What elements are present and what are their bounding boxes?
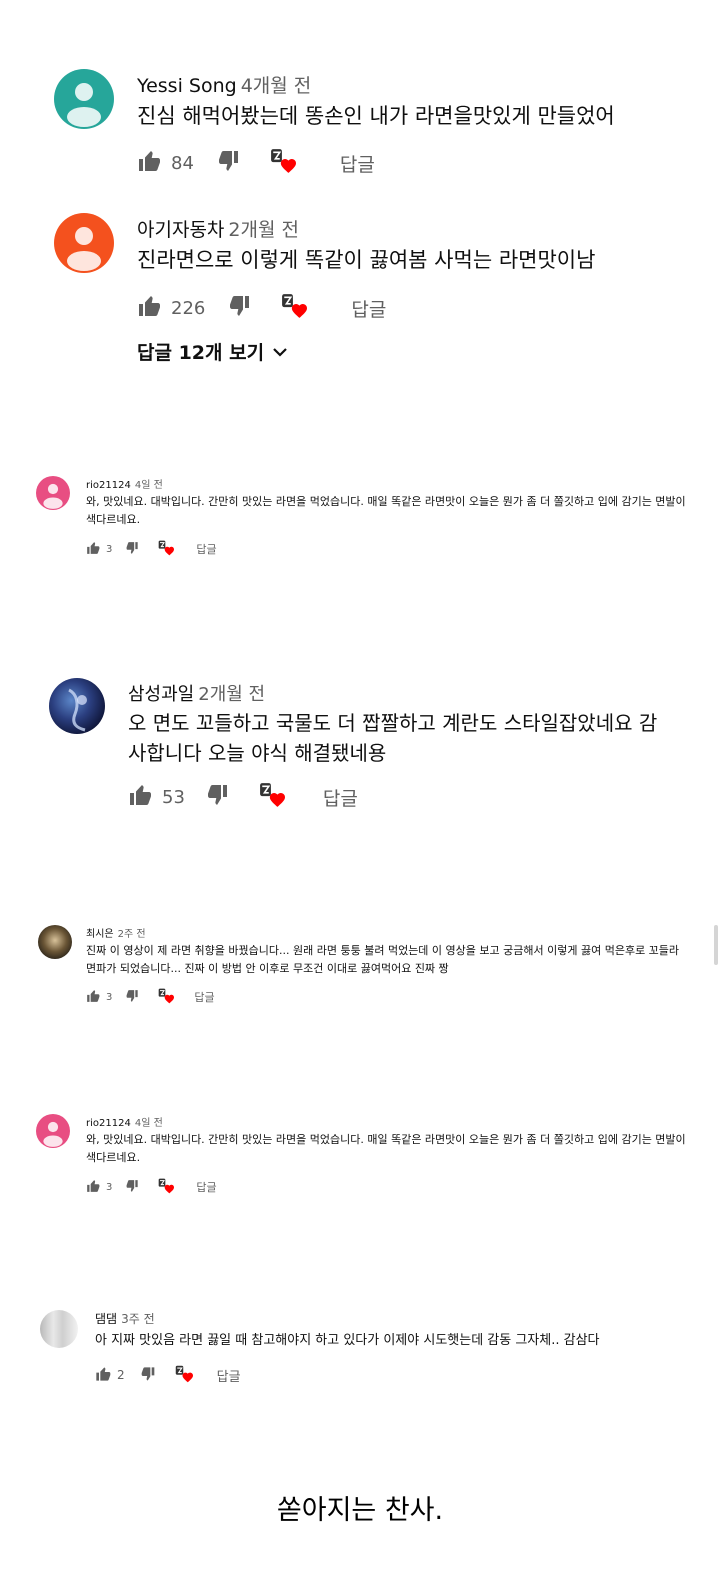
comment-text: 오 면도 꼬들하고 국물도 더 짭짤하고 계란도 스타일잡았네요 감사합니다 오… <box>128 711 658 765</box>
thumbs-down-icon[interactable] <box>141 1366 157 1385</box>
author-name[interactable]: 최시은 <box>86 929 114 940</box>
like-count: 2 <box>117 1368 125 1382</box>
thumbs-up-icon[interactable] <box>137 149 161 178</box>
avatar[interactable] <box>40 1310 78 1348</box>
comment-header: rio21124 4일 전 <box>86 1114 163 1129</box>
creator-heart-icon <box>158 540 174 559</box>
comment-actions: 84 답글 <box>137 150 375 176</box>
thumbs-up-icon[interactable] <box>86 989 100 1006</box>
comment-time[interactable]: 4일 전 <box>135 1118 163 1129</box>
comment-header: 댐댐 3주 전 <box>95 1310 155 1327</box>
like-count: 84 <box>171 152 194 174</box>
comment-text: 와, 맛있네요. 대박입니다. 간만히 맛있는 라면을 먹었습니다. 매일 똑같… <box>86 1133 686 1164</box>
creator-heart-icon <box>259 782 285 813</box>
creator-heart-icon <box>158 1178 174 1197</box>
comment-time[interactable]: 4개월 전 <box>241 75 312 97</box>
avatar[interactable] <box>54 69 114 129</box>
reply-button[interactable]: 답글 <box>351 295 386 322</box>
comment-time[interactable]: 2개월 전 <box>198 684 265 705</box>
view-replies-button[interactable]: 답글 12개 보기 <box>137 338 288 365</box>
chevron-down-icon <box>272 344 288 360</box>
thumbs-down-icon[interactable] <box>229 294 253 323</box>
thumbs-down-icon[interactable] <box>126 541 140 558</box>
like-count: 3 <box>106 991 113 1003</box>
thumbs-up-icon[interactable] <box>86 541 100 558</box>
reply-button[interactable]: 답글 <box>323 784 358 811</box>
like-count: 53 <box>162 786 185 808</box>
page-caption: 쏟아지는 찬사. <box>276 1495 444 1526</box>
comment-text: 와, 맛있네요. 대박입니다. 간만히 맛있는 라면을 먹었습니다. 매일 똑같… <box>86 495 686 526</box>
avatar[interactable] <box>36 476 70 510</box>
creator-heart-icon <box>158 988 174 1007</box>
comment-header: 아기자동차 2개월 전 <box>137 215 299 242</box>
comment-actions: 2 답글 <box>95 1365 241 1386</box>
thumbs-down-icon[interactable] <box>218 149 242 178</box>
comment-text: 진짜 이 영상이 제 라면 취향을 바꿨습니다... 원래 라면 퉁퉁 불려 먹… <box>86 944 680 975</box>
like-count: 3 <box>106 543 113 555</box>
comment-header: Yessi Song 4개월 전 <box>137 71 311 98</box>
comment-time[interactable]: 3주 전 <box>121 1312 155 1326</box>
creator-heart-icon <box>270 148 296 179</box>
comment-actions: 3 답글 <box>86 541 217 557</box>
scrollbar[interactable] <box>714 925 718 965</box>
author-name[interactable]: 삼성과일 <box>128 684 194 705</box>
comment-time[interactable]: 2개월 전 <box>228 219 299 241</box>
like-count: 226 <box>171 297 206 319</box>
reply-button[interactable]: 답글 <box>217 1366 241 1385</box>
thumbs-up-icon[interactable] <box>137 294 161 323</box>
comment-actions: 53 답글 <box>128 784 358 810</box>
thumbs-down-icon[interactable] <box>207 783 231 812</box>
thumbs-down-icon[interactable] <box>126 1179 140 1196</box>
comment-header: 최시은 2주 전 <box>86 925 146 940</box>
author-name[interactable]: rio21124 <box>86 1118 131 1129</box>
comment-actions: 3 답글 <box>86 989 215 1005</box>
avatar[interactable] <box>38 925 72 959</box>
comment-time[interactable]: 4일 전 <box>135 480 163 491</box>
comment-text: 진심 해먹어봤는데 똥손인 내가 라면을맛있게 만들었어 <box>137 104 615 128</box>
comment-text: 아 지짜 맛있음 라면 끓일 때 참고해야지 하고 있다가 이제야 시도햇는데 … <box>95 1333 600 1348</box>
comment-header: 삼성과일 2개월 전 <box>128 680 265 706</box>
like-count: 3 <box>106 1181 113 1193</box>
creator-heart-icon <box>281 293 307 324</box>
comment-time[interactable]: 2주 전 <box>118 929 146 940</box>
avatar[interactable] <box>49 678 105 734</box>
creator-heart-icon <box>175 1365 193 1386</box>
comment-text: 진라면으로 이렇게 똑같이 끓여봄 사먹는 라면맛이남 <box>137 248 596 272</box>
avatar[interactable] <box>36 1114 70 1148</box>
thumbs-up-icon[interactable] <box>128 783 152 812</box>
comment-actions: 226 답글 <box>137 295 386 321</box>
comment-actions: 3 답글 <box>86 1179 217 1195</box>
author-name[interactable]: 아기자동차 <box>137 219 224 241</box>
thumbs-up-icon[interactable] <box>86 1179 100 1196</box>
reply-button[interactable]: 답글 <box>196 541 216 557</box>
reply-button[interactable]: 답글 <box>194 989 214 1005</box>
view-replies-label: 답글 12개 보기 <box>137 342 265 364</box>
thumbs-down-icon[interactable] <box>126 989 140 1006</box>
comment-header: rio21124 4일 전 <box>86 476 163 491</box>
author-name[interactable]: 댐댐 <box>95 1312 117 1326</box>
author-name[interactable]: Yessi Song <box>137 75 237 97</box>
author-name[interactable]: rio21124 <box>86 480 131 491</box>
reply-button[interactable]: 답글 <box>340 150 375 177</box>
reply-button[interactable]: 답글 <box>196 1179 216 1195</box>
avatar[interactable] <box>54 213 114 273</box>
thumbs-up-icon[interactable] <box>95 1366 111 1385</box>
